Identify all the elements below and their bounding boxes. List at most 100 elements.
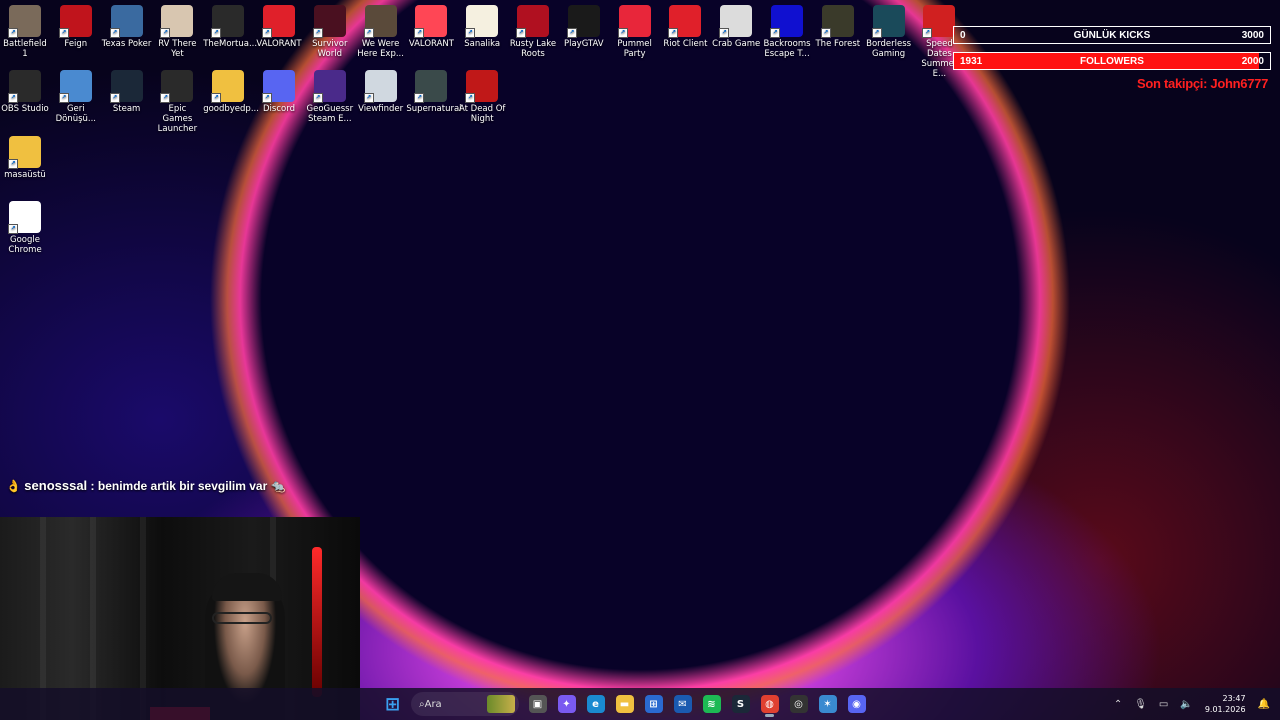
taskbar-mail-button[interactable]: ✉ xyxy=(668,690,697,718)
taskbar-task-view-button[interactable]: ▣ xyxy=(523,690,552,718)
desktop-shortcut[interactable]: ↗ Discord xyxy=(254,70,304,114)
taskbar-store-button[interactable]: ⊞ xyxy=(639,690,668,718)
daily-kicks-label: GÜNLÜK KICKS xyxy=(1073,29,1151,41)
network-monitor-icon[interactable]: ▭ xyxy=(1159,699,1168,710)
red-led-light xyxy=(312,547,322,697)
desktop-shortcut[interactable]: ↗ Battlefield 1 xyxy=(0,5,50,59)
desktop-shortcut[interactable]: ↗ Feign xyxy=(51,5,101,49)
speaker-icon[interactable]: 🔈 xyxy=(1180,699,1192,710)
desktop-shortcut[interactable]: ↗ Geri Dönüşü... xyxy=(51,70,101,124)
we-were-here-icon: ↗ xyxy=(363,5,397,38)
desktop-shortcut[interactable]: ↗ Supernatural xyxy=(406,70,462,114)
taskbar: ⊞ ⌕ Ara ▣ ✦ e ▬ ⊞ ✉ ≋ S ◍ ◎ ✶ ◉ ⌃ 🎙 ▭ 🔈 23:47 9.01.20… xyxy=(0,688,1280,720)
desktop-shortcut-label: Pummel Party xyxy=(617,39,652,59)
taskbar-start-button[interactable]: ⊞ xyxy=(378,690,407,718)
taskbar-search-box[interactable]: ⌕ Ara xyxy=(411,692,519,716)
desktop-shortcut[interactable]: ↗ VALORANT xyxy=(254,5,304,49)
shortcut-arrow-icon: ↗ xyxy=(58,93,69,103)
shortcut-arrow-icon: ↗ xyxy=(312,28,323,38)
desktop-shortcut-label: Geri Dönüşü... xyxy=(55,104,97,124)
desktop-shortcut-label: VALORANT xyxy=(408,39,454,49)
desktop-shortcut[interactable]: ↗ Rusty Lake Roots xyxy=(508,5,558,59)
chevron-up-icon[interactable]: ⌃ xyxy=(1114,699,1122,710)
backrooms-icon: ↗ xyxy=(770,5,803,38)
shortcut-arrow-icon: ↗ xyxy=(414,28,425,38)
desktop-shortcut[interactable]: ↗ At Dead Of Night xyxy=(457,70,507,124)
desktop-shortcut[interactable]: ↗ OBS Studio xyxy=(0,70,50,114)
desktop-shortcut[interactable]: ↗ GeoGuessr Steam E... xyxy=(305,70,355,124)
desktop-shortcut-label: At Dead Of Night xyxy=(458,104,506,124)
obs-icon: ◎ xyxy=(789,695,808,713)
shortcut-arrow-icon: ↗ xyxy=(922,28,933,38)
shortcut-arrow-icon: ↗ xyxy=(262,93,272,103)
desktop-shortcut[interactable]: ↗ Borderless Gaming xyxy=(864,5,914,59)
sanalika-icon: ↗ xyxy=(465,5,499,38)
pummel-party-icon: ↗ xyxy=(617,5,651,38)
desktop-shortcut[interactable]: ↗ masaüstü xyxy=(0,136,50,180)
desktop-shortcut-label: masaüstü xyxy=(4,170,46,180)
chrome-icon: ◍ xyxy=(760,695,779,713)
desktop-shortcut[interactable]: ↗ Steam xyxy=(102,70,152,114)
clock[interactable]: 23:47 9.01.2026 xyxy=(1205,693,1246,715)
desktop-shortcut-label: RV There Yet xyxy=(158,39,197,59)
clock-time: 23:47 xyxy=(1222,694,1246,703)
chat-username: senosssal xyxy=(24,478,88,493)
desktop-shortcut[interactable]: ↗ goodbyedp... xyxy=(203,70,259,114)
desktop-shortcut[interactable]: ↗ Google Chrome xyxy=(0,201,50,255)
taskbar-spotify-button[interactable]: ≋ xyxy=(697,690,726,718)
desktop-shortcut-label: The Forest xyxy=(815,39,861,49)
desktop-shortcut[interactable]: ↗ VALORANT xyxy=(406,5,456,49)
shortcut-arrow-icon: ↗ xyxy=(820,28,831,38)
desktop-shortcut[interactable]: ↗ Riot Client xyxy=(660,5,710,49)
desktop-shortcut-label: goodbyedp... xyxy=(203,104,259,114)
taskbar-apps: ⊞ ⌕ Ara ▣ ✦ e ▬ ⊞ ✉ ≋ S ◍ ◎ ✶ ◉ xyxy=(378,688,871,720)
notification-bell-icon[interactable]: 🔔 xyxy=(1258,699,1270,710)
folder-icon: ↗ xyxy=(211,70,245,103)
shortcut-arrow-icon: ↗ xyxy=(262,28,272,38)
taskbar-discord-button[interactable]: ◉ xyxy=(842,690,871,718)
desktop-shortcut[interactable]: ↗ Viewfinder xyxy=(356,70,406,114)
taskbar-edge-button[interactable]: e xyxy=(581,690,610,718)
desktop-shortcut[interactable]: ↗ We Were Here Exp... xyxy=(356,5,406,59)
desktop-shortcut[interactable]: ↗ TheMortua... xyxy=(203,5,257,49)
desktop-shortcut[interactable]: ↗ RV There Yet xyxy=(152,5,202,59)
recycle-bin-icon: ↗ xyxy=(58,70,92,103)
desktop-shortcut[interactable]: ↗ Survivor World xyxy=(305,5,355,59)
desktop-shortcut-label: Texas Poker xyxy=(101,39,152,49)
search-highlight-image xyxy=(487,695,515,713)
rat-emote-icon: 🐀 xyxy=(270,479,286,493)
desktop-shortcut[interactable]: ↗ Pummel Party xyxy=(610,5,660,59)
poker-icon: ↗ xyxy=(109,5,143,38)
desktop-shortcut[interactable]: ↗ The Forest xyxy=(813,5,863,49)
ok-hand-emote-icon: 👌 xyxy=(6,479,21,493)
taskbar-copilot-button[interactable]: ✦ xyxy=(552,690,581,718)
desktop-shortcut[interactable]: ↗ PlayGTAV xyxy=(559,5,609,49)
taskbar-chrome-button[interactable]: ◍ xyxy=(755,690,784,718)
mortuary-icon: ↗ xyxy=(211,5,245,38)
taskbar-steam-button[interactable]: S xyxy=(726,690,755,718)
shortcut-arrow-icon: ↗ xyxy=(719,28,730,38)
desktop-shortcut-label: Google Chrome xyxy=(8,235,42,255)
desktop-shortcut-label: PlayGTAV xyxy=(563,39,604,49)
desktop-shortcut-label: Riot Client xyxy=(663,39,708,49)
desktop-shortcut[interactable]: ↗ Epic Games Launcher xyxy=(152,70,202,134)
shortcut-arrow-icon: ↗ xyxy=(668,28,679,38)
shortcut-arrow-icon: ↗ xyxy=(566,28,577,38)
shortcut-arrow-icon: ↗ xyxy=(871,28,882,38)
desktop-shortcut[interactable]: ↗ Crab Game xyxy=(711,5,761,49)
taskbar-obs-button[interactable]: ◎ xyxy=(784,690,813,718)
desktop-shortcut-label: GeoGuessr Steam E... xyxy=(306,104,354,124)
microphone-icon[interactable]: 🎙 xyxy=(1134,699,1147,710)
desktop-shortcut-label: Viewfinder xyxy=(358,104,404,114)
desktop-shortcut[interactable]: ↗ Sanalika xyxy=(457,5,507,49)
desktop-shortcut[interactable]: ↗ Texas Poker xyxy=(102,5,152,49)
desktop-shortcut-label: Sanalika xyxy=(464,39,501,49)
riot-fist-icon: ↗ xyxy=(262,5,295,38)
discord-icon: ◉ xyxy=(847,695,866,713)
shortcut-arrow-icon: ↗ xyxy=(465,28,476,38)
desktop-shortcut[interactable]: ↗ Backrooms Escape T... xyxy=(762,5,812,59)
discord-icon: ↗ xyxy=(262,70,295,103)
shortcut-arrow-icon: ↗ xyxy=(363,28,374,38)
taskbar-network-tool-button[interactable]: ✶ xyxy=(813,690,842,718)
taskbar-file-explorer-button[interactable]: ▬ xyxy=(610,690,639,718)
